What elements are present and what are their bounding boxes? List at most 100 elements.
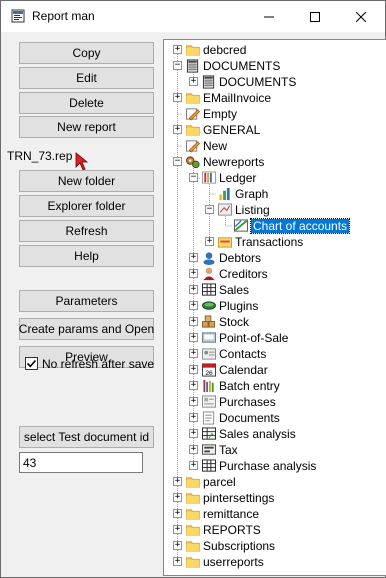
tree-item[interactable]: Empty [164, 106, 386, 122]
new-folder-button[interactable]: New folder [19, 170, 154, 192]
tree-item-label[interactable]: Ledger [219, 171, 256, 185]
expand-icon[interactable]: + [189, 253, 198, 262]
delete-button[interactable]: Delete [19, 92, 154, 114]
edit-button[interactable]: Edit [19, 67, 154, 89]
tree-item-label[interactable]: REPORTS [203, 523, 261, 537]
close-button[interactable] [338, 1, 384, 32]
tree-item[interactable]: + Tax [164, 442, 386, 458]
tree-item-label[interactable]: userreports [203, 555, 264, 569]
tree-item[interactable]: + Transactions [164, 234, 386, 250]
expand-icon[interactable]: + [173, 525, 182, 534]
tree-item[interactable]: − Newreports [164, 154, 386, 170]
help-button[interactable]: Help [19, 245, 154, 267]
expand-icon[interactable]: + [189, 333, 198, 342]
expand-icon[interactable]: + [173, 509, 182, 518]
tree-item-label[interactable]: Purchases [219, 395, 276, 409]
tree-item[interactable]: + debcred [164, 42, 386, 58]
tree-item-label[interactable]: Subscriptions [203, 539, 275, 553]
tree-item[interactable]: + remittance [164, 506, 386, 522]
expand-icon[interactable]: + [189, 301, 198, 310]
tree-item[interactable]: + parcel [164, 474, 386, 490]
title-bar[interactable]: Report man [1, 1, 385, 32]
tree-item-label[interactable]: EMailInvoice [203, 91, 271, 105]
tree-item-label[interactable]: Newreports [203, 155, 264, 169]
tree-item-label[interactable]: debcred [203, 43, 246, 57]
tree-item-label[interactable]: GENERAL [203, 123, 260, 137]
tree-item[interactable]: + Stock [164, 314, 386, 330]
tree-item-label[interactable]: Documents [219, 411, 280, 425]
tree-item[interactable]: + Subscriptions [164, 538, 386, 554]
tree-item-label[interactable]: Debtors [219, 251, 261, 265]
expand-icon[interactable]: + [189, 381, 198, 390]
explorer-folder-button[interactable]: Explorer folder [19, 195, 154, 217]
tree-item-label[interactable]: DOCUMENTS [219, 75, 296, 89]
expand-icon[interactable]: + [173, 541, 182, 550]
tree-item[interactable]: Graph [164, 186, 386, 202]
tree-item[interactable]: Chart of accounts [164, 218, 386, 234]
tree-item-label[interactable]: DOCUMENTS [203, 59, 280, 73]
tree-item[interactable]: + Plugins [164, 298, 386, 314]
tree-item[interactable]: + Purchases [164, 394, 386, 410]
expand-icon[interactable]: + [189, 445, 198, 454]
expand-icon[interactable]: + [173, 93, 182, 102]
tree-item-label[interactable]: Listing [235, 203, 270, 217]
tree-item-label[interactable]: parcel [203, 475, 236, 489]
tree-item[interactable]: + Point-of-Sale [164, 330, 386, 346]
tree-item[interactable]: + REPORTS [164, 522, 386, 538]
tree-item[interactable]: + Documents [164, 410, 386, 426]
expand-icon[interactable]: + [173, 477, 182, 486]
expand-icon[interactable]: + [189, 349, 198, 358]
tree-item-label[interactable]: Purchase analysis [219, 459, 316, 473]
tree-item[interactable]: − Ledger [164, 170, 386, 186]
collapse-icon[interactable]: − [173, 61, 182, 70]
collapse-icon[interactable]: − [173, 157, 182, 166]
tree-item[interactable]: + Batch entry [164, 378, 386, 394]
tree-item[interactable]: + Debtors [164, 250, 386, 266]
tree-item[interactable]: + pintersettings [164, 490, 386, 506]
tree-item[interactable]: New [164, 138, 386, 154]
no-refresh-checkbox[interactable] [25, 357, 38, 370]
tree-item[interactable]: − Listing [164, 202, 386, 218]
collapse-icon[interactable]: − [189, 173, 198, 182]
tree-item-label[interactable]: Transactions [235, 235, 303, 249]
document-id-input[interactable] [19, 452, 143, 473]
tree-item[interactable]: + Sales analysis [164, 426, 386, 442]
expand-icon[interactable]: + [189, 77, 198, 86]
tree-item-label[interactable]: Contacts [219, 347, 266, 361]
tree-item-label[interactable]: Sales analysis [219, 427, 296, 441]
tree-item[interactable]: + userreports [164, 554, 386, 570]
tree-item[interactable]: + GENERAL [164, 122, 386, 138]
tree-item-label[interactable]: Stock [219, 315, 249, 329]
expand-icon[interactable]: + [189, 397, 198, 406]
expand-icon[interactable]: + [189, 413, 198, 422]
expand-icon[interactable]: + [173, 125, 182, 134]
report-tree[interactable]: + debcred − DOCUMENTS + DOCUMENTS + EMailInvoic… [163, 39, 386, 576]
tree-item[interactable]: +26 Calendar [164, 362, 386, 378]
tree-item-label[interactable]: Batch entry [219, 379, 280, 393]
create-params-open-button[interactable]: Create params and Open [19, 318, 154, 340]
expand-icon[interactable]: + [189, 317, 198, 326]
no-refresh-label[interactable]: No refresh after save [42, 357, 154, 371]
collapse-icon[interactable]: − [205, 205, 214, 214]
expand-icon[interactable]: + [205, 237, 214, 246]
expand-icon[interactable]: + [189, 461, 198, 470]
select-test-document-button[interactable]: select Test document id [19, 426, 154, 448]
expand-icon[interactable]: + [189, 269, 198, 278]
tree-item-label[interactable]: Point-of-Sale [219, 331, 288, 345]
tree-item-label[interactable]: Creditors [219, 267, 268, 281]
copy-button[interactable]: Copy [19, 42, 154, 64]
tree-item[interactable]: + EMailInvoice [164, 90, 386, 106]
maximize-button[interactable] [292, 1, 338, 32]
tree-item-label[interactable]: Plugins [219, 299, 258, 313]
tree-item[interactable]: + Purchase analysis [164, 458, 386, 474]
expand-icon[interactable]: + [189, 285, 198, 294]
tree-item-label[interactable]: Sales [219, 283, 249, 297]
minimize-button[interactable] [246, 1, 292, 32]
tree-item[interactable]: + Creditors [164, 266, 386, 282]
tree-item-label[interactable]: Empty [203, 107, 237, 121]
parameters-button[interactable]: Parameters [19, 290, 154, 312]
tree-item[interactable]: − DOCUMENTS [164, 58, 386, 74]
tree-item-label[interactable]: Calendar [219, 363, 268, 377]
expand-icon[interactable]: + [173, 45, 182, 54]
tree-item-label[interactable]: Tax [219, 443, 238, 457]
